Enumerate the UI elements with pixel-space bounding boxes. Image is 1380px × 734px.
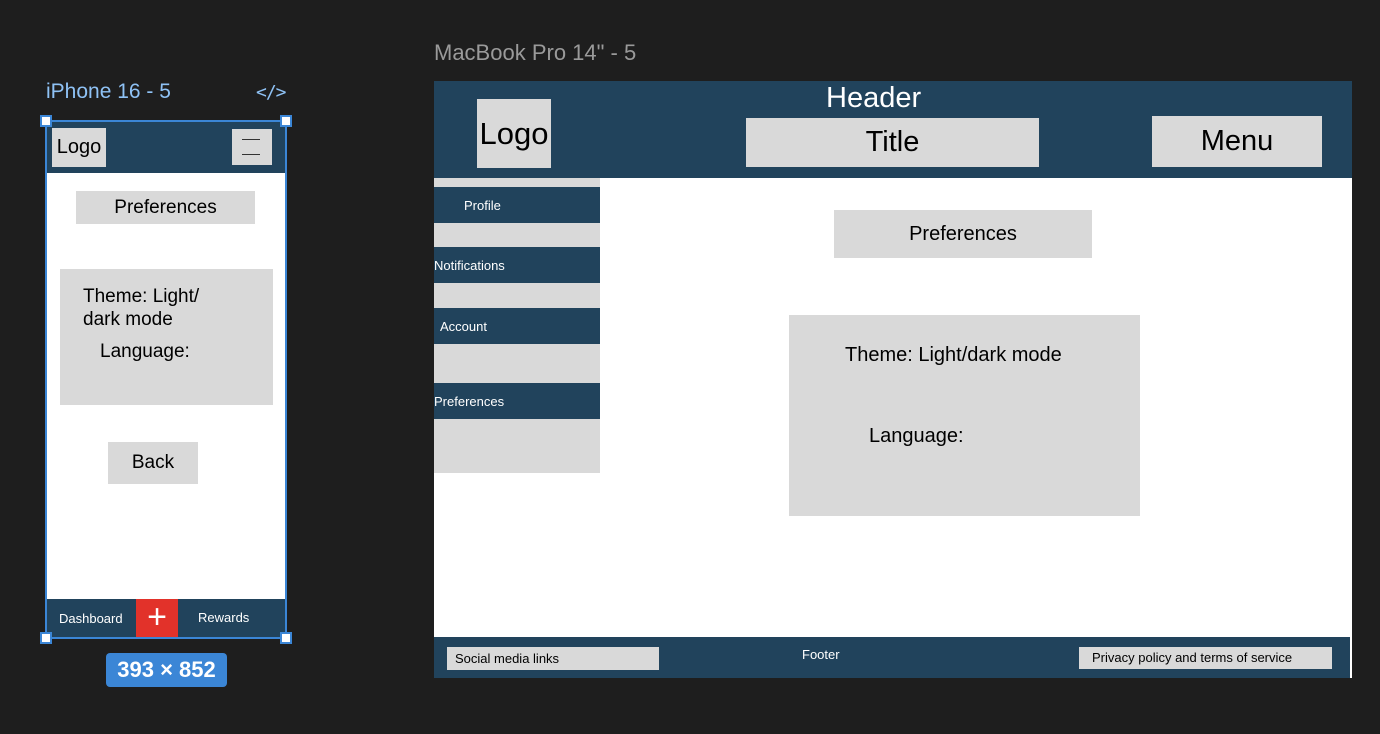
privacy-terms-link[interactable]: Privacy policy and terms of service — [1079, 647, 1332, 669]
desktop-frame: Header Logo Title Menu Profile Notificat… — [434, 81, 1352, 678]
desktop-logo[interactable]: Logo — [477, 99, 551, 168]
resize-handle-top-right[interactable] — [280, 115, 292, 127]
sidebar-item-notifications[interactable]: Notifications — [434, 247, 600, 283]
social-media-links[interactable]: Social media links — [447, 647, 659, 670]
resize-handle-top-left[interactable] — [40, 115, 52, 127]
desktop-language-setting[interactable]: Language: — [869, 425, 964, 448]
selection-outline — [45, 120, 287, 639]
code-icon[interactable]: </> — [256, 82, 286, 103]
desktop-theme-setting[interactable]: Theme: Light/dark mode — [845, 344, 1062, 367]
desktop-menu-button[interactable]: Menu — [1152, 116, 1322, 167]
desktop-preferences-title: Preferences — [834, 210, 1092, 258]
desktop-title: Title — [746, 118, 1039, 167]
desktop-settings-panel: Theme: Light/dark mode Language: — [789, 315, 1140, 516]
desktop-footer: Social media links Footer Privacy policy… — [434, 637, 1350, 678]
desktop-frame-label[interactable]: MacBook Pro 14" - 5 — [434, 40, 636, 66]
desktop-header: Header Logo Title Menu — [434, 81, 1352, 178]
phone-frame-label[interactable]: iPhone 16 - 5 — [46, 80, 171, 104]
sidebar-item-profile[interactable]: Profile — [434, 187, 600, 223]
desktop-sidebar: Profile Notifications Account Preference… — [434, 178, 600, 473]
resize-handle-bottom-left[interactable] — [40, 632, 52, 644]
dimension-badge: 393 × 852 — [106, 653, 227, 687]
footer-label: Footer — [802, 647, 840, 662]
header-label: Header — [826, 82, 922, 114]
resize-handle-bottom-right[interactable] — [280, 632, 292, 644]
sidebar-item-account[interactable]: Account — [434, 308, 600, 344]
sidebar-item-preferences[interactable]: Preferences — [434, 383, 600, 419]
